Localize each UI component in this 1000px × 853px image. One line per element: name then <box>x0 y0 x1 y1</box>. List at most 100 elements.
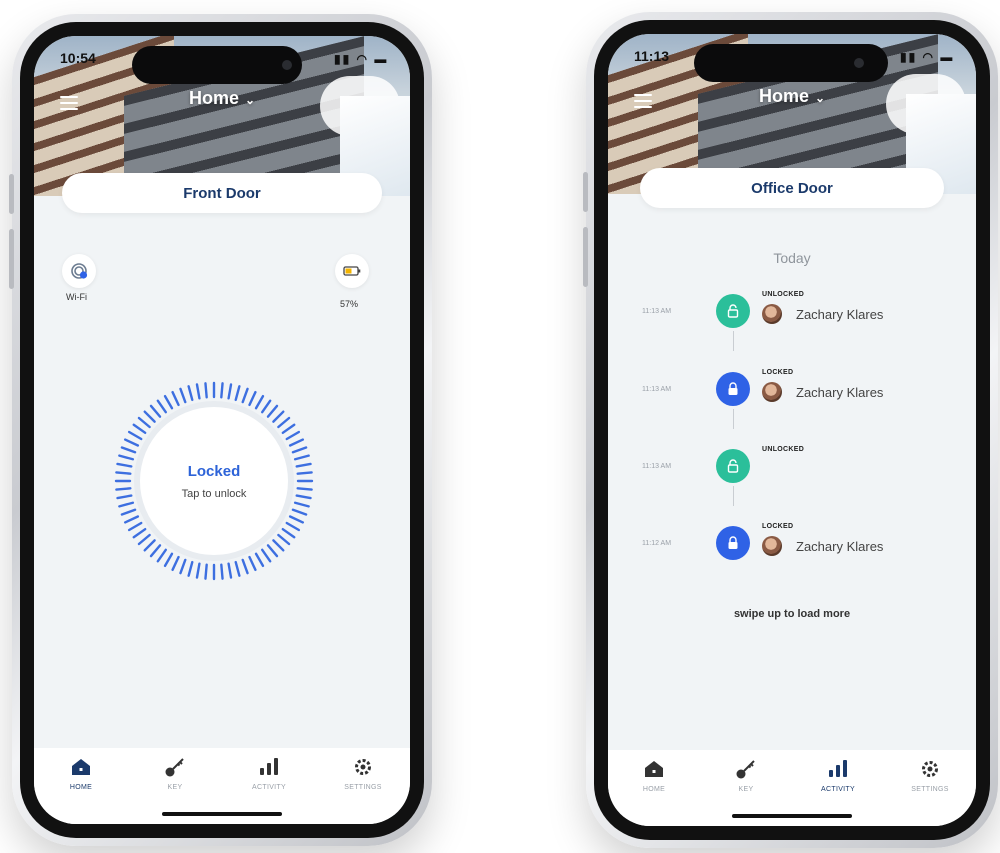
dial-tick <box>187 560 194 577</box>
event-action: UNLOCKED <box>762 291 805 298</box>
dial-tick <box>234 560 241 577</box>
dial-tick <box>296 471 313 475</box>
unlock-badge-icon <box>716 449 750 483</box>
activity-event[interactable]: 11:13 AM UNLOCKED Zachary Klares <box>608 291 976 341</box>
activity-event[interactable]: 11:12 AM LOCKED Zachary Klares <box>608 523 976 573</box>
door-name[interactable]: Front Door <box>62 173 382 213</box>
dial-tick <box>163 394 174 410</box>
avatar <box>762 304 782 324</box>
volume-button <box>9 174 14 214</box>
dial-tick <box>163 552 174 568</box>
dial-tick <box>241 558 249 575</box>
dial-tick <box>272 410 285 423</box>
tab-settings[interactable]: SETTINGS <box>316 756 410 824</box>
dial-tick <box>118 501 135 508</box>
phone-left: 10:54 ▮▮ ◠ ▬ Home ⌄ Front Door Wi-Fi 57%… <box>9 14 432 846</box>
dial-tick <box>171 555 180 572</box>
lock-status: Locked <box>187 462 241 480</box>
battery-status-icon[interactable] <box>335 254 369 288</box>
event-time: 11:13 AM <box>642 308 672 315</box>
dial-tick <box>127 430 143 441</box>
phone-bezel: 10:54 ▮▮ ◠ ▬ Home ⌄ Front Door Wi-Fi 57%… <box>20 22 424 838</box>
dial-tick <box>295 462 312 468</box>
key-icon <box>164 756 186 778</box>
event-user: Zachary Klares <box>762 304 883 324</box>
tab-label: SETTINGS <box>911 786 949 793</box>
home-selector[interactable]: Home ⌄ <box>608 86 976 107</box>
dial-tick <box>156 548 168 563</box>
event-time: 11:13 AM <box>642 463 672 470</box>
tab-home[interactable]: HOME <box>608 758 700 826</box>
dial-tick <box>179 558 187 575</box>
timeline-connector <box>733 486 734 506</box>
tab-home[interactable]: HOME <box>34 756 128 824</box>
user-name: Zachary Klares <box>796 538 884 554</box>
dial-tick <box>248 555 257 572</box>
phone-right: 11:13 ▮▮ ◠ ▬ Home ⌄ Office Door Today 11:… <box>583 12 998 848</box>
dial-tick <box>149 404 162 418</box>
dial-tick <box>293 454 310 461</box>
activity-icon <box>258 756 280 778</box>
dynamic-island <box>132 46 302 84</box>
dial-tick <box>137 416 151 429</box>
dial-tick <box>220 563 224 580</box>
battery-icon <box>343 266 361 276</box>
gear-icon <box>352 756 374 778</box>
dial-tick <box>241 387 249 404</box>
event-user: Zachary Klares <box>762 382 883 402</box>
dial-tick <box>285 521 301 532</box>
stage: 10:54 ▮▮ ◠ ▬ Home ⌄ Front Door Wi-Fi 57%… <box>0 0 1000 853</box>
screen-home: 10:54 ▮▮ ◠ ▬ Home ⌄ Front Door Wi-Fi 57%… <box>34 36 410 824</box>
day-header: Today <box>773 250 811 266</box>
dial-tick <box>254 394 265 410</box>
home-indicator <box>732 814 852 818</box>
activity-event[interactable]: 11:13 AM UNLOCKED <box>608 446 976 496</box>
chevron-down-icon: ⌄ <box>244 93 256 107</box>
tab-label: HOME <box>69 784 93 791</box>
user-name: Zachary Klares <box>796 384 884 400</box>
home-icon <box>643 758 665 780</box>
wifi-status-icon[interactable] <box>62 254 96 288</box>
load-more-hint: swipe up to load more <box>733 608 851 620</box>
dial-tick <box>295 494 312 500</box>
tab-settings[interactable]: SETTINGS <box>884 758 976 826</box>
lock-hint: Tap to unlock <box>181 487 247 500</box>
dial-tick <box>116 494 133 500</box>
event-action: UNLOCKED <box>762 446 805 453</box>
lock-button[interactable]: Locked Tap to unlock <box>140 407 288 555</box>
dial-tick <box>277 533 291 546</box>
unlock-badge-icon <box>716 294 750 328</box>
dial-tick <box>116 462 133 468</box>
tab-bar: HOME KEY ACTIVITY SETTINGS <box>608 750 976 826</box>
dial-tick <box>115 471 132 475</box>
dial-tick <box>266 544 279 558</box>
dial-tick <box>143 410 156 423</box>
dial-tick <box>260 399 272 414</box>
volume-button <box>9 229 14 289</box>
event-time: 11:13 AM <box>642 386 672 393</box>
dial-tick <box>149 544 162 558</box>
home-selector[interactable]: Home ⌄ <box>34 88 410 109</box>
tab-label: ACTIVITY <box>821 786 855 793</box>
lock-dial[interactable]: Locked Tap to unlock <box>114 381 314 581</box>
dial-tick <box>266 404 279 418</box>
dial-tick <box>132 527 147 539</box>
lock-badge-icon <box>716 526 750 560</box>
event-action: LOCKED <box>762 523 794 530</box>
home-icon <box>70 756 92 778</box>
dial-tick <box>277 416 291 429</box>
dial-tick <box>132 423 147 435</box>
activity-event[interactable]: 11:13 AM LOCKED Zachary Klares <box>608 369 976 419</box>
dial-tick <box>123 438 140 447</box>
dial-tick <box>272 539 285 552</box>
dial-tick <box>291 508 308 516</box>
dial-tick <box>281 527 296 539</box>
door-name[interactable]: Office Door <box>640 168 944 208</box>
dial-tick <box>123 515 140 524</box>
chevron-down-icon: ⌄ <box>814 91 826 105</box>
dial-tick <box>296 487 313 491</box>
avatar <box>762 536 782 556</box>
tab-label: SETTINGS <box>344 784 382 791</box>
status-icons: ▮▮ ◠ ▬ <box>334 52 389 66</box>
home-title: Home <box>758 86 809 106</box>
